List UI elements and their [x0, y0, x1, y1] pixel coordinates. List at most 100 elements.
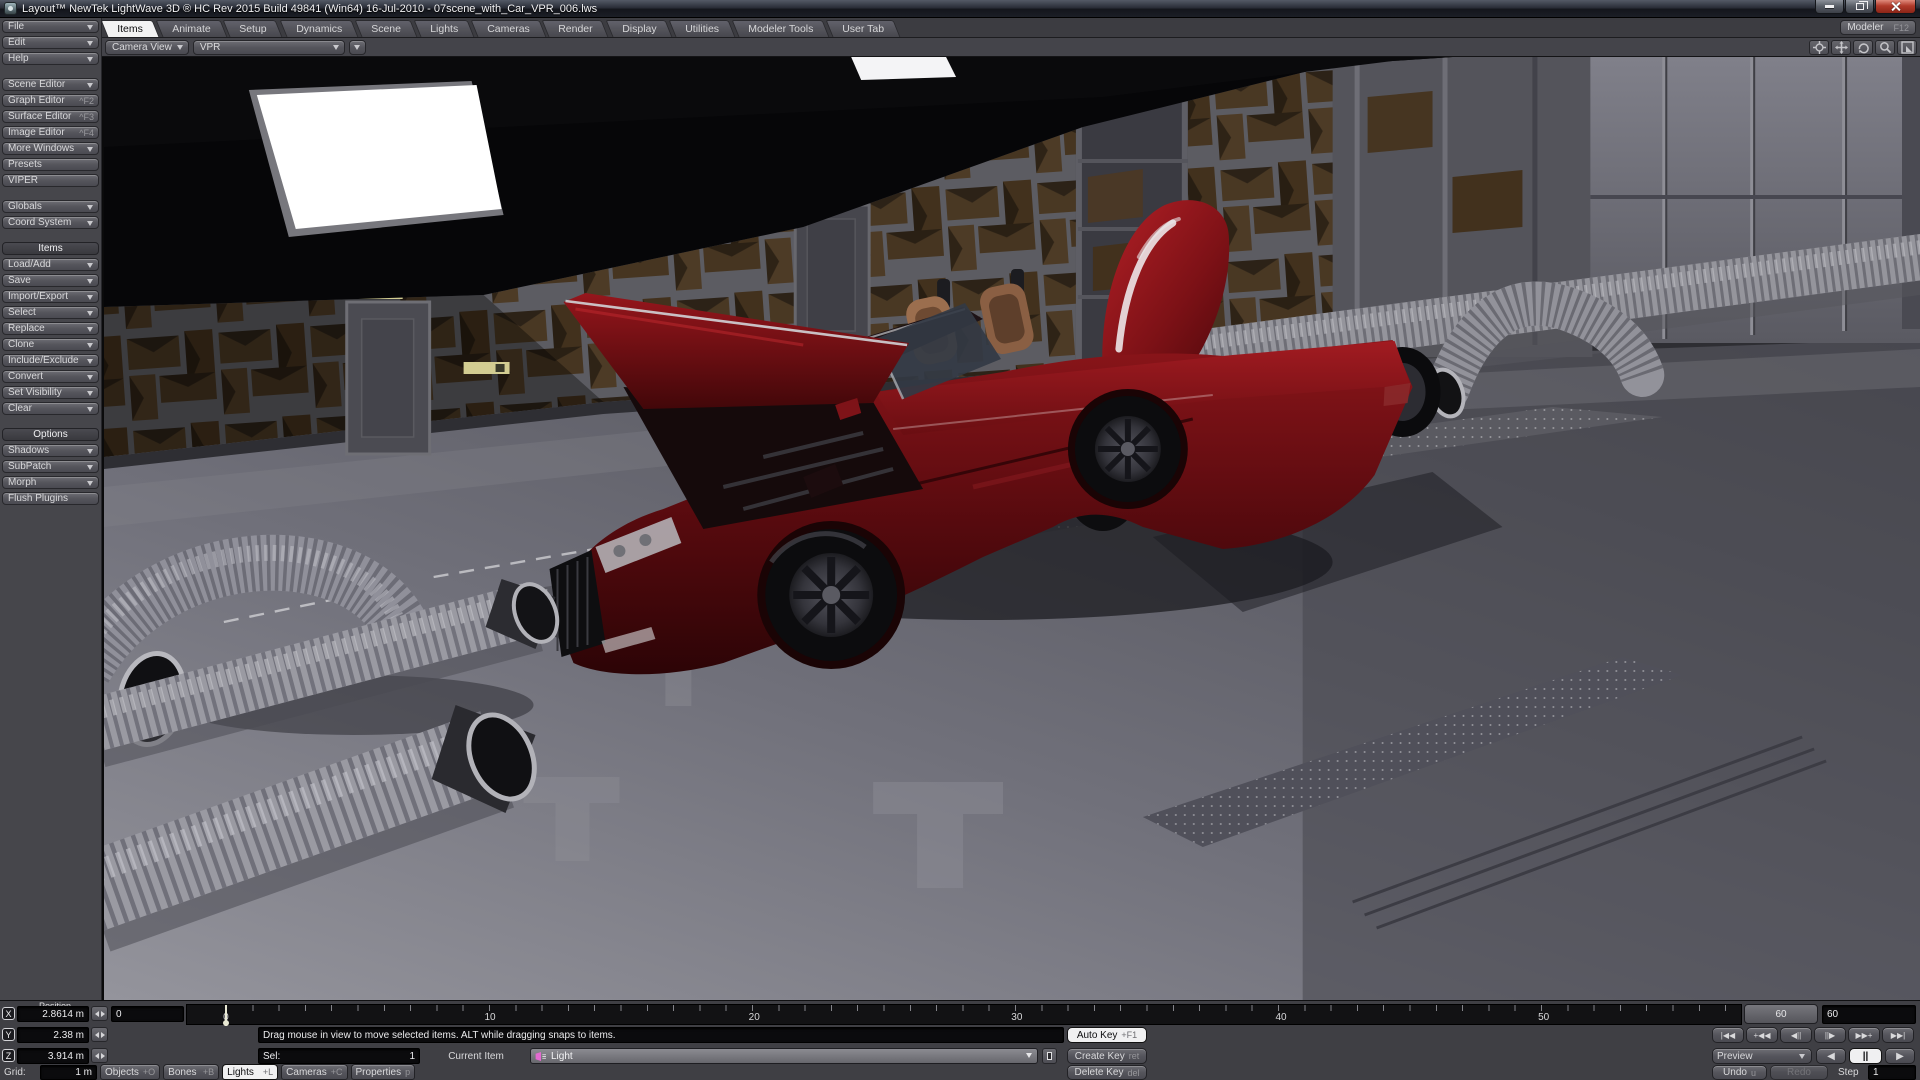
tab-setup[interactable]: Setup [223, 20, 283, 37]
tab-cameras[interactable]: Cameras [470, 20, 545, 37]
rotate-icon[interactable] [1853, 40, 1873, 55]
sidebar-item-replace[interactable]: Replace [2, 322, 99, 335]
sidebar-item-import-export[interactable]: Import/Export [2, 290, 99, 303]
restore-button[interactable] [1845, 0, 1874, 14]
dropdown-arrow-icon [333, 45, 339, 50]
grid-size-field[interactable]: 1 m [40, 1065, 97, 1080]
create-key-button[interactable]: Create Keyret [1067, 1048, 1147, 1064]
sidebar-item-flush-plugins[interactable]: Flush Plugins [2, 492, 99, 505]
sidebar-item-include-exclude[interactable]: Include/Exclude [2, 354, 99, 367]
prev-keyframe-button[interactable]: +◀◀ [1746, 1027, 1778, 1043]
preview-dropdown[interactable]: Preview [1712, 1048, 1812, 1064]
dropdown-arrow-icon [354, 45, 360, 50]
auto-key-button[interactable]: Auto Key+F1 [1067, 1027, 1147, 1043]
sidebar-item-morph[interactable]: Morph [2, 476, 99, 489]
sidebar-item-edit[interactable]: Edit [2, 36, 99, 49]
grid-label: Grid: [4, 1067, 26, 1078]
dropdown-arrow-icon [87, 327, 93, 332]
item-tab-properties[interactable]: Propertiesp [351, 1064, 416, 1080]
sidebar-item-help[interactable]: Help [2, 52, 99, 65]
sidebar-item-file[interactable]: File [2, 20, 99, 33]
sidebar-item-load-add[interactable]: Load/Add [2, 258, 99, 271]
view-mode-dropdown[interactable]: Camera View [105, 40, 189, 55]
play-reverse-button[interactable]: ◀ [1816, 1048, 1846, 1064]
sidebar-item-save[interactable]: Save [2, 274, 99, 287]
dropdown-arrow-icon [87, 407, 93, 412]
modeler-button[interactable]: Modeler F12 [1840, 20, 1916, 35]
sidebar-item-subpatch[interactable]: SubPatch [2, 460, 99, 473]
position-z-stepper[interactable] [91, 1048, 108, 1063]
close-button[interactable] [1875, 0, 1916, 14]
go-to-end-button[interactable]: ▶▶| [1882, 1027, 1914, 1043]
ruler-label: 30 [1011, 1012, 1022, 1023]
current-item-dropdown[interactable]: Light [530, 1048, 1038, 1064]
list-icon [1047, 1052, 1052, 1060]
dropdown-arrow-icon [87, 449, 93, 454]
sidebar-item-image-editor[interactable]: Image Editor ^F4 [2, 126, 99, 139]
position-y-stepper[interactable] [91, 1027, 108, 1042]
sidebar-item-globals[interactable]: Globals [2, 200, 99, 213]
dropdown-arrow-icon [1026, 1053, 1032, 1058]
sidebar-item-viper[interactable]: VIPER [2, 174, 99, 187]
next-keyframe-button[interactable]: ▶▶+ [1848, 1027, 1880, 1043]
item-tab-bones[interactable]: Bones+B [163, 1064, 219, 1080]
render-mode-dropdown[interactable]: VPR [193, 40, 345, 55]
sidebar-item-clear[interactable]: Clear [2, 402, 99, 415]
dropdown-arrow-icon [87, 375, 93, 380]
next-frame-button[interactable]: ||▶ [1814, 1027, 1846, 1043]
viewport-3d[interactable] [102, 57, 1920, 1000]
item-tab-cameras[interactable]: Cameras+C [281, 1064, 347, 1080]
play-forward-button[interactable]: ▶ [1885, 1048, 1915, 1064]
sidebar-item-scene-editor[interactable]: Scene Editor [2, 78, 99, 91]
go-to-start-button[interactable]: |◀◀ [1712, 1027, 1744, 1043]
pan-icon[interactable] [1831, 40, 1851, 55]
sidebar-item-set-visibility[interactable]: Set Visibility [2, 386, 99, 399]
position-x-stepper[interactable] [91, 1006, 108, 1021]
tab-items[interactable]: Items [101, 20, 160, 37]
tab-animate[interactable]: Animate [155, 20, 226, 37]
sidebar-item-more-windows[interactable]: More Windows [2, 142, 99, 155]
timeline-ruler[interactable]: 0 10 20 30 40 50 [186, 1004, 1742, 1025]
tab-lights[interactable]: Lights [413, 20, 474, 37]
sidebar-item-clone[interactable]: Clone [2, 338, 99, 351]
sidebar-item-surface-editor[interactable]: Surface Editor ^F3 [2, 110, 99, 123]
step-field[interactable]: 1 [1868, 1065, 1916, 1080]
zoom-icon[interactable] [1875, 40, 1895, 55]
tab-user-tab[interactable]: User Tab [826, 20, 901, 37]
rendered-scene [104, 57, 1920, 1000]
sidebar-item-select[interactable]: Select [2, 306, 99, 319]
item-list-button[interactable] [1042, 1048, 1057, 1064]
window-title: Layout™ NewTek LightWave 3D ® HC Rev 201… [22, 3, 597, 15]
pause-button[interactable]: || [1849, 1048, 1882, 1064]
sidebar-item-convert[interactable]: Convert [2, 370, 99, 383]
view-toolbar: Camera View VPR [102, 38, 1920, 57]
sidebar-item-presets[interactable]: Presets [2, 158, 99, 171]
tab-display[interactable]: Display [605, 20, 672, 37]
position-x-field[interactable]: 2.8614 m [17, 1006, 89, 1022]
prev-frame-button[interactable]: ◀|| [1780, 1027, 1812, 1043]
position-y-field[interactable]: 2.38 m [17, 1027, 89, 1043]
sidebar-item-graph-editor[interactable]: Graph Editor ^F2 [2, 94, 99, 107]
tab-modeler-tools[interactable]: Modeler Tools [731, 20, 829, 37]
dropdown-arrow-icon [87, 57, 93, 62]
sidebar-item-shadows[interactable]: Shadows [2, 444, 99, 457]
range-end-handle[interactable]: 60 [1744, 1004, 1818, 1024]
render-options-dropdown[interactable] [349, 40, 366, 55]
tab-scene[interactable]: Scene [354, 20, 417, 37]
position-z-field[interactable]: 3.914 m [17, 1048, 89, 1064]
item-tab-objects[interactable]: Objects+O [100, 1064, 160, 1080]
delete-key-button[interactable]: Delete Keydel [1067, 1065, 1147, 1080]
item-tab-lights[interactable]: Lights+L [222, 1064, 278, 1080]
undo-button[interactable]: Undou [1712, 1065, 1767, 1080]
playhead[interactable] [225, 1005, 227, 1026]
tab-utilities[interactable]: Utilities [669, 20, 736, 37]
end-frame-field[interactable]: 60 [1822, 1005, 1916, 1024]
redo-button[interactable]: Redo [1770, 1065, 1828, 1080]
sidebar-item-coord-system[interactable]: Coord System [2, 216, 99, 229]
fit-view-icon[interactable] [1897, 40, 1917, 55]
minimize-button[interactable] [1815, 0, 1844, 14]
tab-render[interactable]: Render [542, 20, 609, 37]
current-frame-field[interactable]: 0 [111, 1006, 184, 1022]
tab-dynamics[interactable]: Dynamics [279, 20, 358, 37]
center-item-icon[interactable] [1809, 40, 1829, 55]
